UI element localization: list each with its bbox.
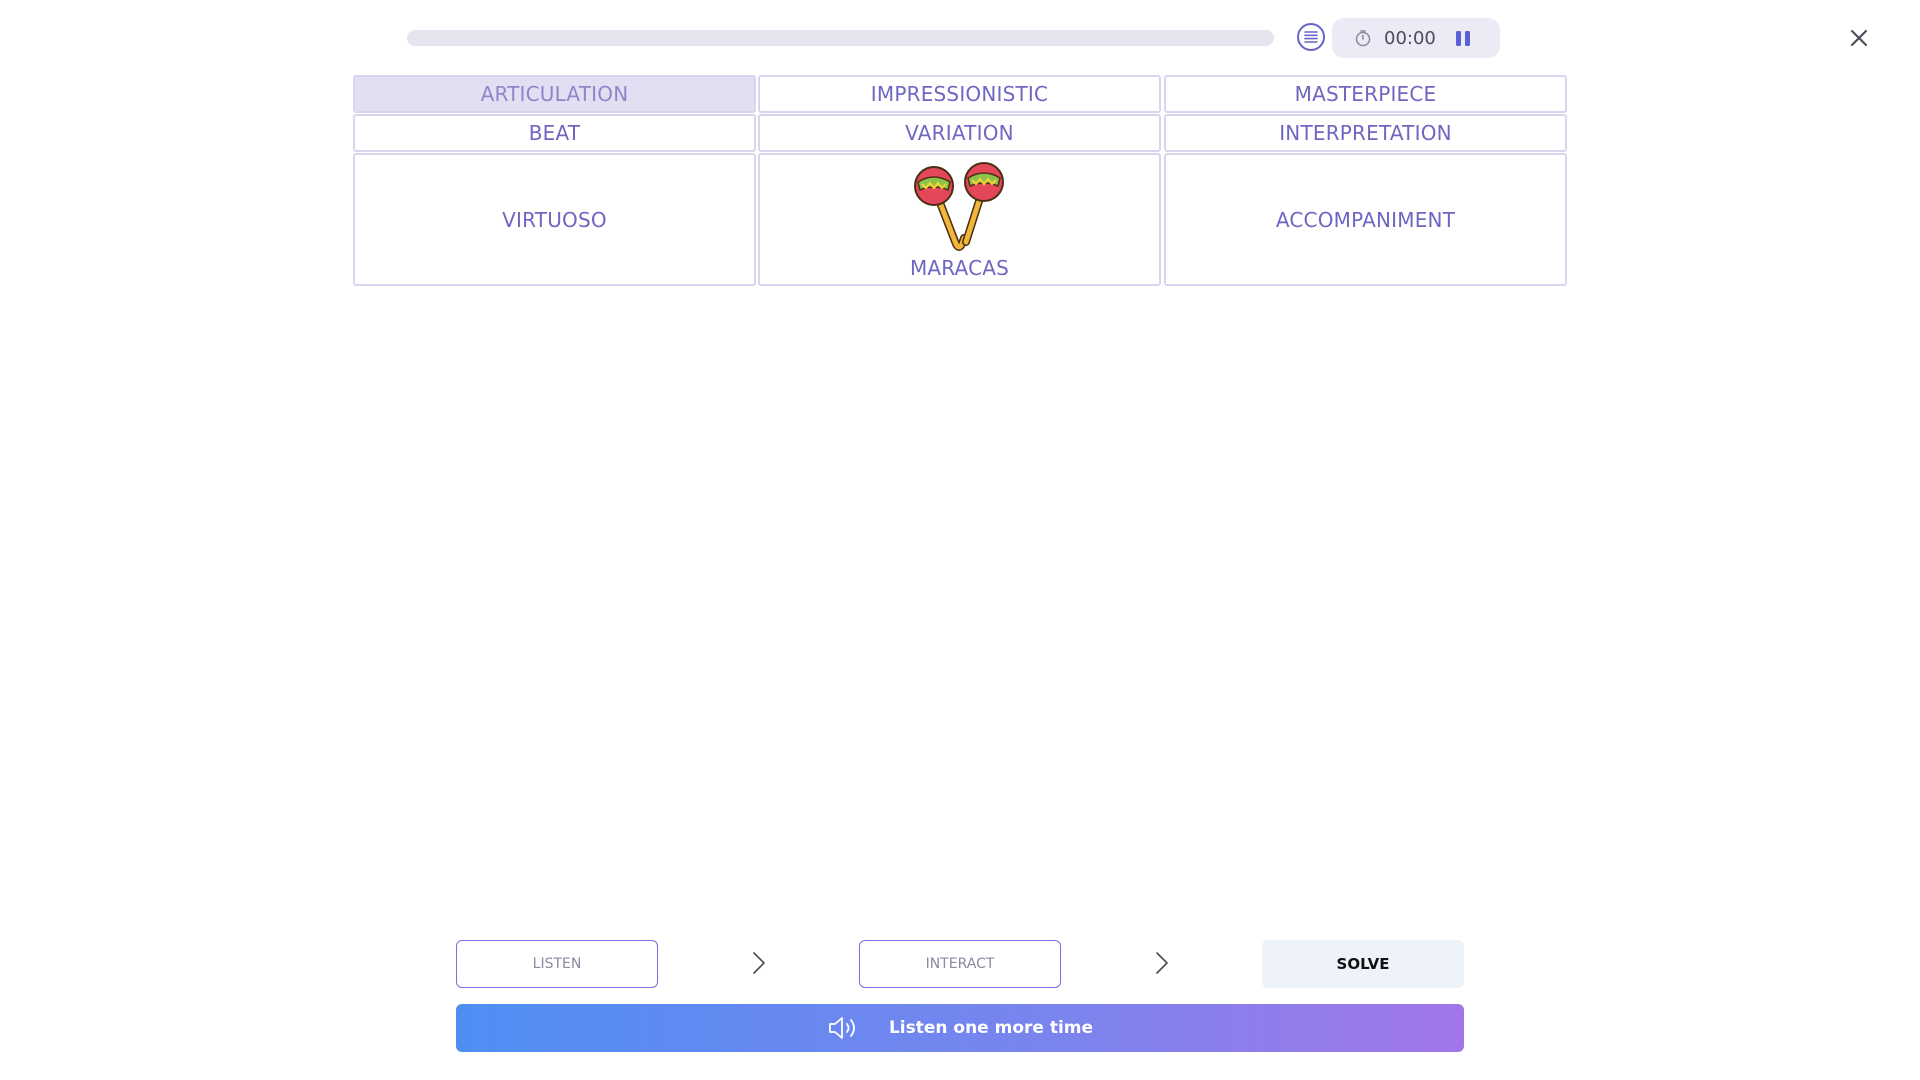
- word-cell[interactable]: BEAT: [353, 114, 756, 152]
- word-cell[interactable]: ARTICULATION: [353, 75, 756, 113]
- word-cell[interactable]: INTERPRETATION: [1164, 114, 1567, 152]
- timer-value: 00:00: [1384, 27, 1436, 49]
- maracas-icon: [913, 161, 1004, 251]
- solve-step-button[interactable]: SOLVE: [1262, 940, 1464, 988]
- pause-button[interactable]: [1454, 29, 1472, 47]
- timer: 00:00: [1332, 18, 1500, 58]
- list-button[interactable]: [1297, 23, 1325, 51]
- image-word-cell[interactable]: MARACAS: [758, 153, 1161, 286]
- stopwatch-icon: [1354, 29, 1372, 47]
- word-cell[interactable]: ACCOMPANIMENT: [1164, 153, 1567, 286]
- chevron-right-icon: [1156, 952, 1168, 974]
- image-word-label: MARACAS: [909, 255, 1010, 280]
- word-cell[interactable]: VIRTUOSO: [353, 153, 756, 286]
- word-cell[interactable]: MASTERPIECE: [1164, 75, 1567, 113]
- listen-again-button[interactable]: Listen one more time: [456, 1004, 1464, 1052]
- close-icon: [1851, 30, 1867, 46]
- word-cell[interactable]: VARIATION: [758, 114, 1161, 152]
- word-cell[interactable]: IMPRESSIONISTIC: [758, 75, 1161, 113]
- interact-step-button[interactable]: INTERACT: [859, 940, 1061, 988]
- listen-step-button[interactable]: LISTEN: [456, 940, 658, 988]
- chevron-right-icon: [753, 952, 765, 974]
- pause-icon: [1455, 31, 1470, 46]
- close-button[interactable]: [1845, 24, 1873, 52]
- progress-bar: [407, 30, 1274, 46]
- listen-again-label: Listen one more time: [888, 1018, 1094, 1038]
- speaker-icon: [827, 1015, 859, 1041]
- list-icon: [1304, 31, 1318, 43]
